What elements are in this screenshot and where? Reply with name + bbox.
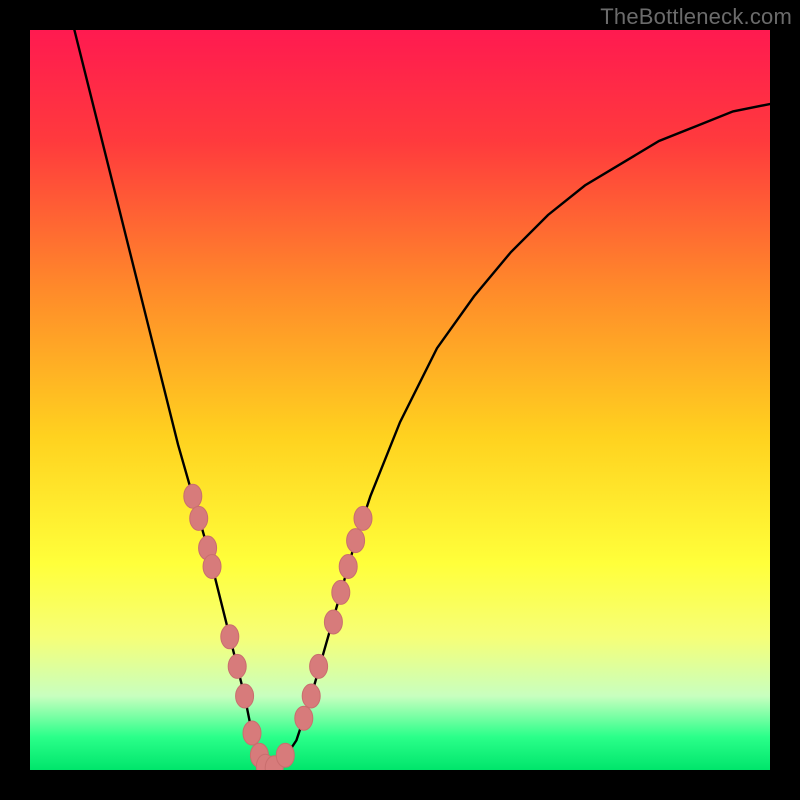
data-marker: [347, 529, 365, 553]
data-marker: [184, 484, 202, 508]
curve-layer: [30, 30, 770, 770]
data-marker: [228, 654, 246, 678]
data-marker: [236, 684, 254, 708]
chart-frame: TheBottleneck.com: [0, 0, 800, 800]
data-marker: [302, 684, 320, 708]
plot-area: [30, 30, 770, 770]
data-marker: [243, 721, 261, 745]
data-marker: [221, 625, 239, 649]
data-markers: [184, 484, 372, 770]
data-marker: [310, 654, 328, 678]
data-marker: [190, 506, 208, 530]
data-marker: [324, 610, 342, 634]
bottleneck-curve: [74, 30, 770, 770]
data-marker: [354, 506, 372, 530]
data-marker: [295, 706, 313, 730]
data-marker: [332, 580, 350, 604]
data-marker: [276, 743, 294, 767]
data-marker: [203, 555, 221, 579]
watermark-text: TheBottleneck.com: [600, 4, 792, 30]
data-marker: [339, 555, 357, 579]
